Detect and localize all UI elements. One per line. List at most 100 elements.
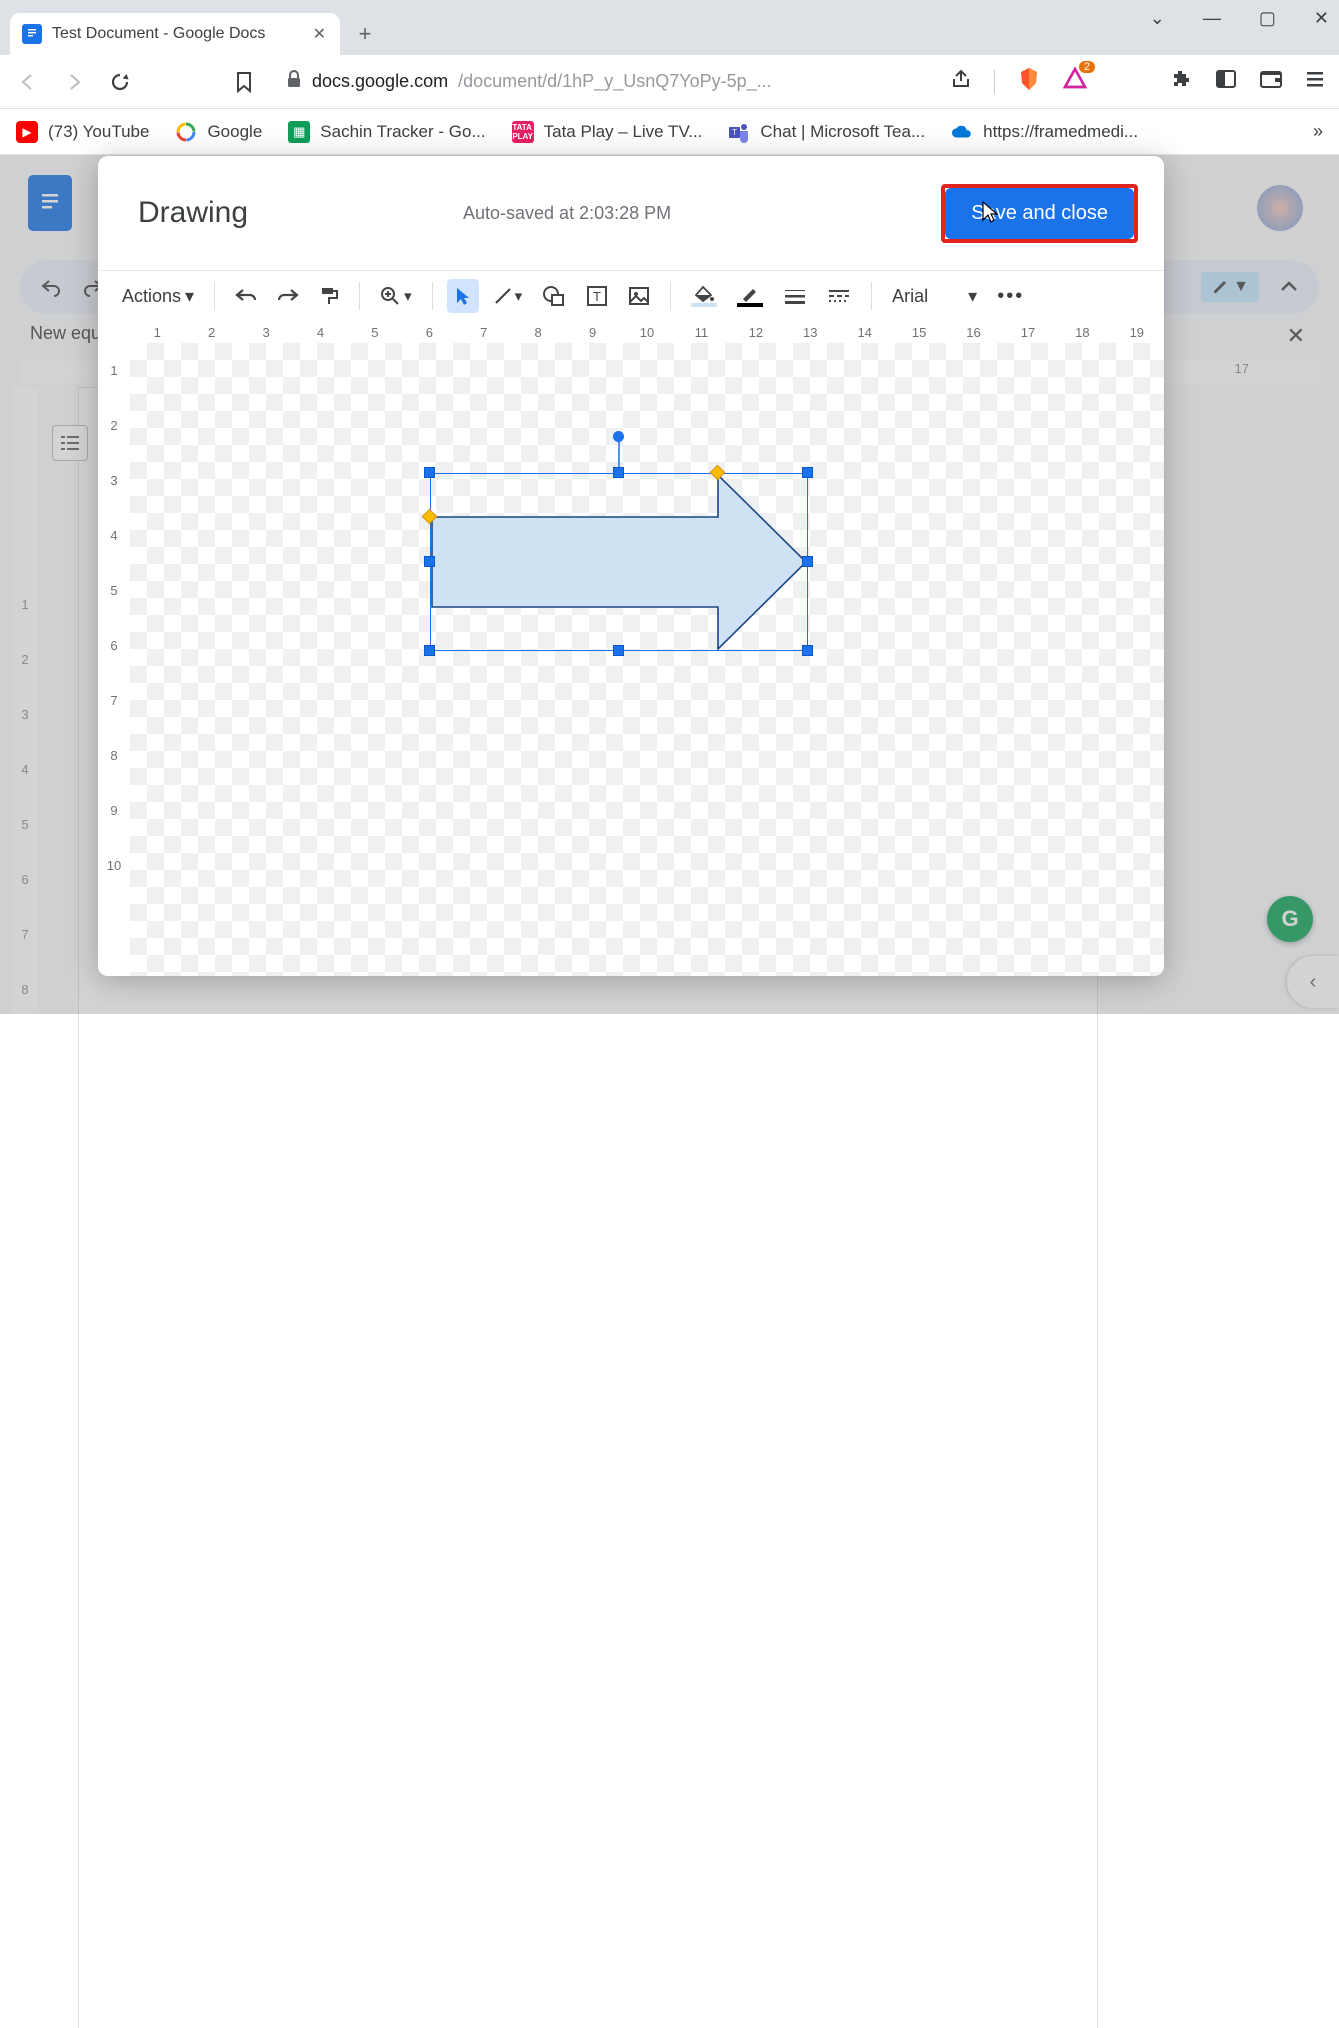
tab-close-icon[interactable]: ✕ [313,24,326,44]
bookmark-tataplay[interactable]: TATAPLAY Tata Play – Live TV... [512,121,703,143]
hruler-tick: 1 [130,325,184,340]
hruler-tick: 7 [457,325,511,340]
nav-back-button[interactable] [14,68,42,96]
tataplay-icon: TATAPLAY [512,121,534,143]
resize-handle-e[interactable] [802,556,813,567]
bookmark-youtube[interactable]: ▶(73) YouTube [16,121,149,143]
vruler-tick: 8 [110,728,117,783]
save-and-close-button[interactable]: Save and close [945,188,1134,239]
actions-label: Actions [122,286,181,307]
shape-tool-dropdown[interactable] [536,279,572,313]
google-icon [175,121,197,143]
selection-box [430,473,808,651]
svg-text:T: T [593,289,601,304]
window-controls: ⌄ — ▢ ✕ [1150,8,1329,29]
resize-handle-nw[interactable] [424,467,435,478]
resize-handle-se[interactable] [802,645,813,656]
browser-tab-strip: Test Document - Google Docs ✕ + ⌄ — ▢ ✕ [0,0,1339,55]
youtube-icon: ▶ [16,121,38,143]
drawing-vertical-ruler[interactable]: 1 2 3 4 5 6 7 8 9 10 [98,343,130,976]
hruler-tick: 14 [837,325,891,340]
paint-format-button[interactable] [313,279,345,313]
nav-reload-button[interactable] [106,68,134,96]
bookmark-label: Tata Play – Live TV... [544,122,703,142]
font-name: Arial [892,286,928,307]
hruler-tick: 3 [239,325,293,340]
hruler-tick: 6 [402,325,456,340]
cloud-icon [951,121,973,143]
vruler-tick: 1 [110,343,117,398]
docs-favicon [22,24,42,44]
hruler-tick: 11 [674,325,728,340]
bookmark-label: Google [207,122,262,142]
browser-menu-icon[interactable] [1305,69,1325,94]
vruler-tick: 6 [110,618,117,673]
brave-shields-icon[interactable] [1017,66,1041,97]
bookmarks-overflow-icon[interactable]: » [1313,121,1323,142]
resize-handle-n[interactable] [613,467,624,478]
resize-handle-sw[interactable] [424,645,435,656]
window-maximize-icon[interactable]: ▢ [1259,8,1276,29]
rotation-handle[interactable] [613,431,624,442]
window-minimize-icon[interactable]: — [1203,8,1221,29]
svg-text:T: T [732,128,737,137]
teams-icon: T [728,121,750,143]
wallet-icon[interactable] [1259,68,1283,95]
bookmark-label: https://framedmedi... [983,122,1138,142]
redo-button[interactable] [271,279,305,313]
hruler-tick: 2 [184,325,238,340]
zoom-dropdown[interactable]: ▾ [374,279,418,313]
drawing-horizontal-ruler[interactable]: 1 2 3 4 5 6 7 8 9 10 11 12 13 14 15 16 1… [130,321,1164,343]
bookmark-this-tab-icon[interactable] [230,68,258,96]
border-color-button[interactable] [731,279,769,313]
fill-color-button[interactable] [685,279,723,313]
line-tool-dropdown[interactable]: ▾ [487,279,529,313]
bookmarks-bar: ▶(73) YouTube Google ▦ Sachin Tracker - G… [0,109,1339,155]
tabs-dropdown-icon[interactable]: ⌄ [1150,8,1165,29]
hruler-tick: 9 [565,325,619,340]
font-family-select[interactable]: Arial ▾ [886,279,983,313]
drawing-canvas[interactable] [130,343,1164,976]
hruler-tick: 12 [729,325,783,340]
vruler-tick: 4 [110,508,117,563]
image-tool[interactable] [622,279,656,313]
browser-tab-active[interactable]: Test Document - Google Docs ✕ [10,13,340,55]
bookmark-teams[interactable]: T Chat | Microsoft Tea... [728,121,925,143]
brave-rewards-icon[interactable]: 2 [1063,67,1087,96]
save-close-highlight: Save and close [941,184,1138,243]
chevron-down-icon: ▾ [185,286,194,307]
undo-button[interactable] [229,279,263,313]
vruler-tick: 10 [107,838,121,893]
drawing-toolbar: Actions▾ ▾ ▾ T Arial▾ ••• [98,271,1164,321]
brave-badge-count: 2 [1079,61,1095,73]
text-box-tool[interactable]: T [580,279,614,313]
select-tool[interactable] [447,279,479,313]
bookmark-label: Chat | Microsoft Tea... [760,122,925,142]
autosave-status: Auto-saved at 2:03:28 PM [463,203,671,224]
window-close-icon[interactable]: ✕ [1314,8,1329,29]
drawing-dialog-header: Drawing Auto-saved at 2:03:28 PM Save an… [98,156,1164,271]
more-options-button[interactable]: ••• [991,279,1030,313]
nav-forward-button[interactable] [60,68,88,96]
resize-handle-s[interactable] [613,645,624,656]
sheets-icon: ▦ [288,121,310,143]
border-weight-button[interactable] [777,279,813,313]
hruler-tick: 4 [293,325,347,340]
chevron-down-icon: ▾ [968,286,977,307]
resize-handle-w[interactable] [424,556,435,567]
bookmark-label: Sachin Tracker - Go... [320,122,485,142]
vruler-tick: 2 [110,398,117,453]
resize-handle-ne[interactable] [802,467,813,478]
drawing-title: Drawing [138,196,248,230]
hruler-tick: 13 [783,325,837,340]
bookmark-onedrive[interactable]: https://framedmedi... [951,121,1138,143]
new-tab-button[interactable]: + [348,17,382,51]
border-dash-button[interactable] [821,279,857,313]
share-icon[interactable] [950,68,972,95]
bookmark-google[interactable]: Google [175,121,262,143]
bookmark-sheets[interactable]: ▦ Sachin Tracker - Go... [288,121,485,143]
actions-menu[interactable]: Actions▾ [116,279,200,313]
side-panel-icon[interactable] [1215,68,1237,95]
url-box[interactable]: docs.google.com/document/d/1hP_y_UsnQ7Yo… [276,63,932,101]
extensions-icon[interactable] [1171,68,1193,95]
